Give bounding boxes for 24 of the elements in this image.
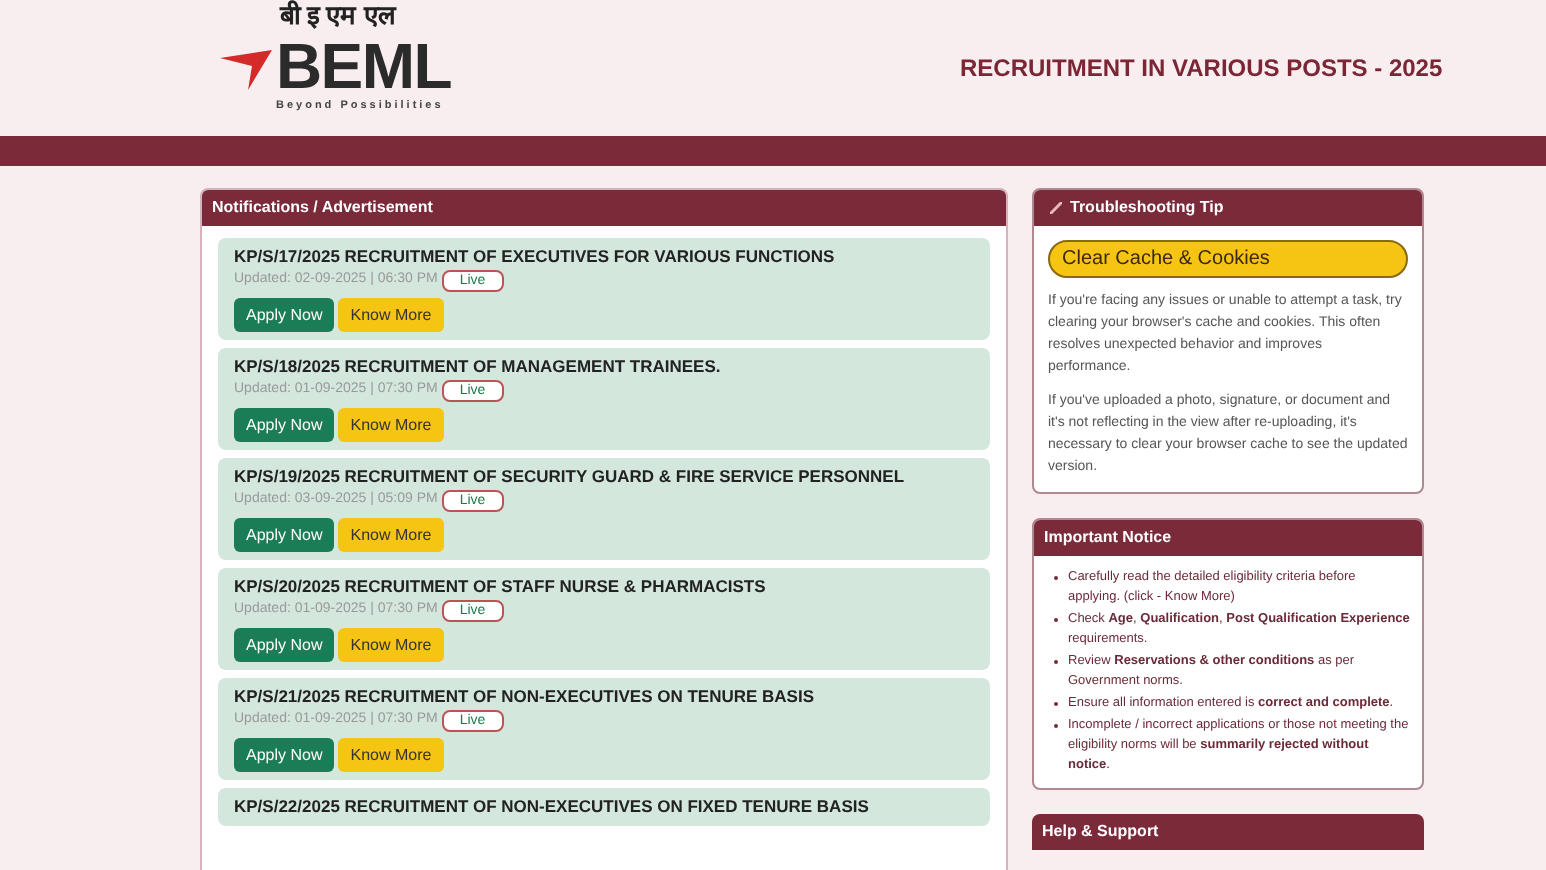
apply-now-button[interactable]: Apply Now <box>234 738 335 772</box>
page-title: RECRUITMENT IN VARIOUS POSTS - 2025 <box>960 52 1443 86</box>
notification-title: KP/S/21/2025 RECRUITMENT OF NON-EXECUTIVES ON TENURE BASIS <box>234 686 816 708</box>
panel-title: Troubleshooting Tip <box>1070 196 1224 220</box>
apply-now-button[interactable]: Apply Now <box>234 298 335 332</box>
know-more-button[interactable]: Know More <box>338 298 444 332</box>
know-more-button[interactable]: Know More <box>338 518 444 552</box>
panel-title: Notifications / Advertisement <box>212 196 433 220</box>
apply-now-button[interactable]: Apply Now <box>234 628 335 662</box>
panel-title: Important Notice <box>1044 526 1172 550</box>
clear-cache-button[interactable]: Clear Cache & Cookies <box>1048 240 1408 278</box>
know-more-button[interactable]: Know More <box>338 738 444 772</box>
panel-title: Help & Support <box>1042 820 1159 844</box>
logo-wordmark: BEML <box>276 34 451 98</box>
notification-title: KP/S/20/2025 RECRUITMENT OF STAFF NURSE & PHARMACISTS <box>234 576 768 598</box>
notification-title: KP/S/18/2025 RECRUITMENT OF MANAGEMENT TRAINEES. <box>234 356 723 378</box>
know-more-button[interactable]: Know More <box>338 408 444 442</box>
apply-now-button[interactable]: Apply Now <box>234 408 335 442</box>
know-more-button[interactable]: Know More <box>338 628 444 662</box>
apply-now-button[interactable]: Apply Now <box>234 518 335 552</box>
notification-title: KP/S/19/2025 RECRUITMENT OF SECURITY GUARD & FIRE SERVICE PERSONNEL <box>234 466 907 488</box>
notification-title: KP/S/17/2025 RECRUITMENT OF EXECUTIVES FOR VARIOUS FUNCTIONS <box>234 246 837 268</box>
logo-hindi-text: बी इ एम एल <box>277 2 399 30</box>
notification-title: KP/S/22/2025 RECRUITMENT OF NON-EXECUTIVES ON FIXED TENURE BASIS <box>234 796 871 818</box>
